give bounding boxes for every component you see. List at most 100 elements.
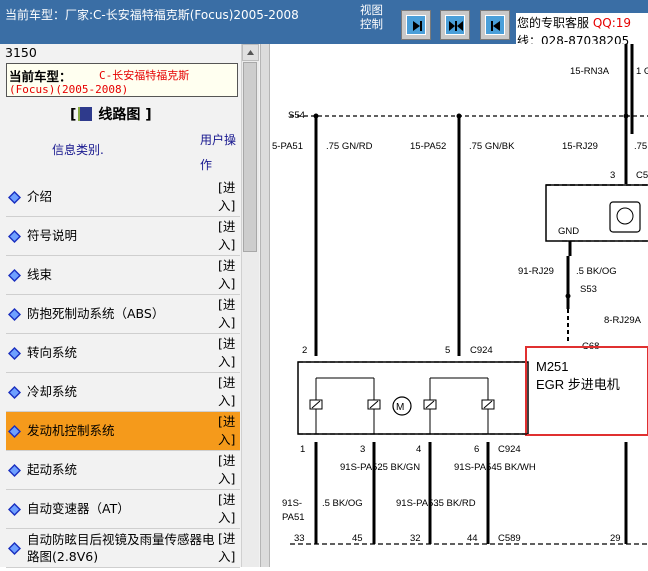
category-label[interactable]: 发动机控制系统 — [27, 422, 217, 439]
book-icon — [78, 107, 93, 121]
column-header-category: 信息类别. — [52, 143, 104, 157]
pin-label: 5 — [445, 345, 450, 356]
connector-c924-top: C924 — [470, 345, 493, 356]
view-control-label: 视图控制 — [360, 3, 383, 31]
vertical-scrollbar[interactable] — [241, 44, 259, 567]
category-label[interactable]: 符号说明 — [27, 227, 217, 244]
pin-label: 44 — [467, 533, 478, 544]
label-bw2-color: .5 BK/RD — [436, 498, 476, 509]
enter-link[interactable]: [进入] — [218, 491, 242, 527]
pin-label: 33 — [294, 533, 305, 544]
enter-link[interactable]: [进入] — [218, 218, 242, 254]
label-w5-id: 8-RJ29A — [604, 315, 642, 326]
coil-slash — [425, 400, 435, 409]
category-row[interactable]: 防抱死制动系统（ABS） [进入] — [6, 295, 240, 334]
category-row[interactable]: 自动防眩目后视镜及雨量传感器电路图(2.8V6) [进入] — [6, 529, 240, 568]
pin-label: 1 — [300, 444, 305, 455]
diamond-bullet-icon — [8, 347, 21, 360]
enter-link[interactable]: [进入] — [218, 335, 242, 371]
category-label[interactable]: 冷却系统 — [27, 383, 217, 400]
egr-motor-box — [297, 361, 529, 435]
section-title: 线路图 — [98, 107, 141, 123]
label-g: 1 G — [636, 66, 648, 77]
category-label[interactable]: 自动防眩目后视镜及雨量传感器电路图(2.8V6) — [27, 531, 217, 565]
category-label[interactable]: 转向系统 — [27, 344, 217, 361]
service-label: 您的专职客服 — [517, 16, 590, 30]
enter-link[interactable]: [进入] — [218, 452, 242, 488]
previous-page-button[interactable] — [480, 10, 510, 40]
pin-label: 3 — [360, 444, 365, 455]
coil-slash — [369, 400, 379, 409]
diamond-bullet-icon — [8, 230, 21, 243]
jump-back-icon — [485, 15, 505, 35]
category-row[interactable]: 转向系统 [进入] — [6, 334, 240, 373]
label-w1-id: 5-PA51 — [272, 141, 303, 152]
category-row[interactable]: 符号说明 [进入] — [6, 217, 240, 256]
category-label[interactable]: 起动系统 — [27, 461, 217, 478]
splice-dot — [565, 293, 571, 299]
category-row[interactable]: 线束 [进入] — [6, 256, 240, 295]
category-label[interactable]: 防抱死制动系统（ABS） — [27, 305, 217, 322]
enter-link[interactable]: [进入] — [218, 413, 242, 449]
label-bw3-color: .5 BK/WH — [494, 462, 536, 473]
label-w1-color: .75 GN/RD — [326, 141, 373, 152]
diamond-bullet-icon — [8, 503, 21, 516]
label-bw0-color: .5 BK/OG — [322, 498, 363, 509]
enter-link[interactable]: [进入] — [218, 257, 242, 293]
scrollbar-thumb[interactable] — [243, 62, 257, 252]
wiring-diagram: 15-RN3A 1 G S54 5-PA51 .75 GN/RD 15-PA52… — [270, 44, 648, 567]
pin-label: 6 — [474, 444, 479, 455]
label-bw0-id1: 91S- — [282, 498, 302, 509]
diagram-canvas: 15-RN3A 1 G S54 5-PA51 .75 GN/RD 15-PA52… — [272, 44, 648, 545]
fit-view-button[interactable] — [440, 10, 470, 40]
category-label[interactable]: 线束 — [27, 266, 217, 283]
label-w3-id: 15-RJ29 — [562, 141, 598, 152]
label-w4-color: .5 BK/OG — [576, 266, 617, 277]
phone-label: 线：028-87038205 — [517, 34, 630, 44]
two-way-arrows-icon — [445, 15, 465, 35]
title-bar: 当前车型：厂家:C-长安福特福克斯(Focus)2005-2008 视图控制 您… — [0, 0, 648, 44]
connector-c5: C5 — [636, 170, 648, 181]
enter-link[interactable]: [进入] — [218, 296, 242, 332]
pin-label: 2 — [302, 345, 307, 356]
label-s53: S53 — [580, 284, 597, 295]
coil-slash — [483, 400, 493, 409]
enter-link[interactable]: [进入] — [218, 374, 242, 410]
pin-label: 3 — [610, 170, 615, 181]
pane-splitter[interactable] — [260, 44, 270, 567]
enter-link[interactable]: [进入] — [218, 530, 242, 566]
category-label[interactable]: 介绍 — [27, 188, 217, 205]
connector-c589: C589 — [498, 533, 521, 544]
car-value-line2: (Focus)(2005-2008) — [9, 83, 129, 96]
splice-dot — [623, 113, 629, 119]
customer-service-box: 您的专职客服 QQ:19 线：028-87038205 — [516, 13, 648, 44]
label-w2-id: 15-PA52 — [410, 141, 446, 152]
category-label[interactable]: 自动变速器（AT） — [27, 500, 217, 517]
page-code: 3150 — [5, 45, 37, 60]
category-row[interactable]: 发动机控制系统 [进入] — [6, 412, 240, 451]
diamond-bullet-icon — [8, 464, 21, 477]
category-row[interactable]: 起动系统 [进入] — [6, 451, 240, 490]
category-row[interactable]: 冷却系统 [进入] — [6, 373, 240, 412]
enter-link[interactable]: [进入] — [218, 179, 242, 215]
component-id: M251 — [536, 359, 569, 374]
module-gnd-label: GND — [558, 226, 579, 237]
label-bw0-id2: PA51 — [282, 512, 305, 523]
diamond-bullet-icon — [8, 386, 21, 399]
coil-slash — [311, 400, 321, 409]
connector-c924-bottom: C924 — [498, 444, 521, 455]
label-bw1-id: 91S-PA52 — [340, 462, 383, 473]
component-name: EGR 步进电机 — [536, 377, 620, 392]
category-row[interactable]: 介绍 [进入] — [6, 178, 240, 217]
car-value-line1: C-长安福特福克斯 — [99, 69, 190, 82]
qq-link[interactable]: QQ:19 — [593, 16, 631, 30]
scroll-up-button[interactable] — [242, 44, 259, 61]
pin-label: 29 — [610, 533, 621, 544]
current-model-title: 当前车型：厂家:C-长安福特福克斯(Focus)2005-2008 — [5, 8, 299, 22]
label-s54: S54 — [288, 110, 305, 121]
category-row[interactable]: 自动变速器（AT） [进入] — [6, 490, 240, 529]
next-page-button[interactable] — [401, 10, 431, 40]
transistor-symbol — [609, 201, 641, 233]
diamond-bullet-icon — [8, 191, 21, 204]
label-w4-id: 91-RJ29 — [518, 266, 554, 277]
